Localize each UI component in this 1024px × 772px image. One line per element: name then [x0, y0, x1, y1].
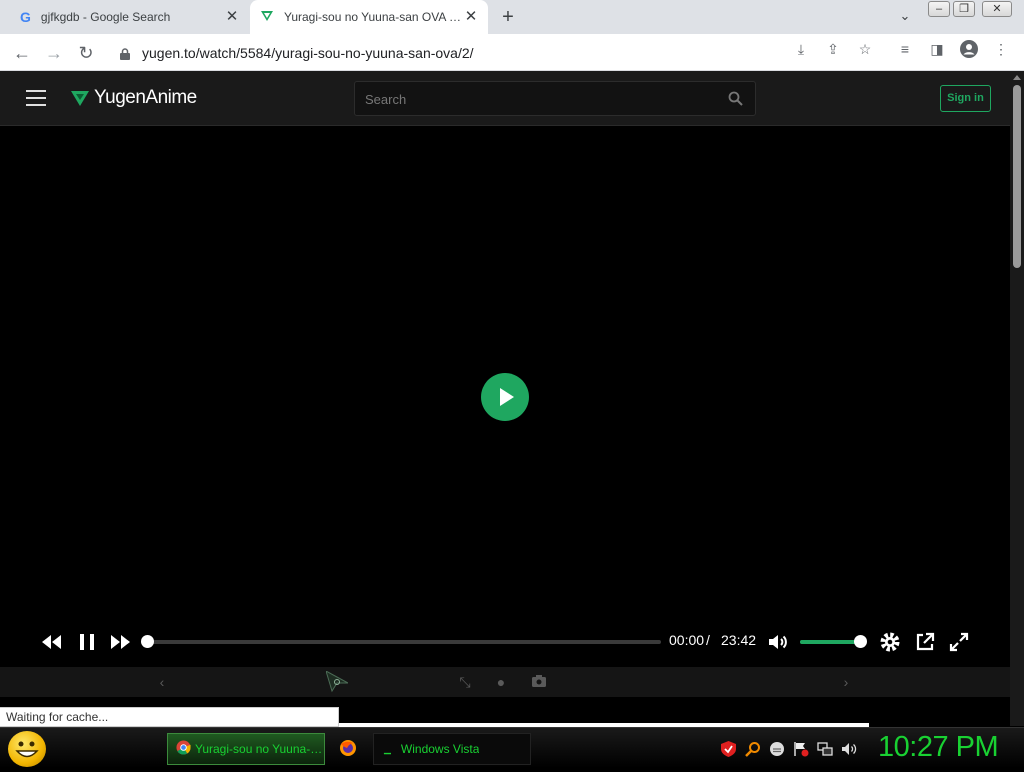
search-tray-icon[interactable]: [745, 741, 761, 757]
tab-search-chevron-icon[interactable]: ⌄: [896, 8, 914, 26]
duration: 23:42: [721, 632, 757, 648]
google-icon: G: [20, 9, 31, 25]
install-icon[interactable]: ⤓: [792, 40, 810, 58]
big-play-button[interactable]: [481, 373, 529, 421]
volume-thumb[interactable]: [854, 635, 867, 648]
firefox-icon[interactable]: [338, 738, 358, 758]
action-center-flag-icon[interactable]: [793, 741, 809, 757]
player-sub-toolbar: ‹ ⤡ ● ›: [0, 667, 1010, 697]
video-player[interactable]: 00:00 / 23:42: [0, 126, 1010, 667]
bookmark-star-icon[interactable]: ☆: [856, 40, 874, 58]
lightbulb-icon[interactable]: ●: [493, 674, 509, 690]
tab-title: Yuragi-sou no Yuuna-san OVA Ep: [284, 10, 462, 24]
tab-yugen[interactable]: Yuragi-sou no Yuuna-san OVA Ep ✕: [250, 0, 488, 34]
close-window-icon[interactable]: ✕: [982, 1, 1012, 17]
media-control-icon[interactable]: ≡: [896, 40, 914, 58]
fast-forward-icon[interactable]: [108, 630, 132, 654]
hamburger-menu-icon[interactable]: [26, 90, 46, 106]
volume-level: [800, 640, 860, 644]
pause-icon[interactable]: [75, 630, 99, 654]
volume-icon[interactable]: [766, 630, 790, 654]
page-scrollbar[interactable]: [1010, 71, 1024, 726]
window-icon: ▁: [384, 743, 391, 754]
seek-bar[interactable]: [141, 635, 661, 648]
tab-strip: G gjfkgdb - Google Search ✕ Yuragi-sou n…: [0, 0, 1024, 34]
profile-avatar-icon[interactable]: [960, 40, 978, 58]
url-text: yugen.to/watch/5584/yuragi-sou-no-yuuna-…: [142, 44, 474, 61]
taskbar-item-label: Windows Vista: [400, 742, 480, 756]
next-episode-chevron-icon[interactable]: ›: [838, 674, 854, 690]
taskbar: Yuragi-sou no Yuuna-san OVA Episode 2 ▁ …: [0, 727, 1024, 768]
speaker-icon[interactable]: [841, 741, 857, 757]
yugen-logo-icon: [71, 91, 89, 106]
camera-icon[interactable]: [531, 674, 547, 690]
taskbar-item-label: Yuragi-sou no Yuuna-san OVA Episode 2: [195, 742, 324, 756]
scroll-up-icon[interactable]: [1013, 75, 1021, 80]
back-icon[interactable]: ←: [11, 42, 33, 64]
search-icon[interactable]: [728, 91, 743, 111]
taskbar-item-chrome[interactable]: Yuragi-sou no Yuuna-san OVA Episode 2: [167, 733, 325, 765]
sign-in-button[interactable]: Sign in: [940, 85, 991, 112]
forward-icon[interactable]: →: [43, 42, 65, 64]
share-icon[interactable]: ⇪: [824, 40, 842, 58]
restore-icon[interactable]: ❐: [953, 1, 975, 17]
fullscreen-icon[interactable]: [947, 630, 971, 654]
site-search: [354, 81, 756, 116]
kebab-menu-icon[interactable]: ⋮: [992, 40, 1010, 58]
popout-icon[interactable]: [913, 630, 937, 654]
new-tab-icon[interactable]: +: [498, 7, 518, 27]
side-panel-icon[interactable]: ◨: [928, 40, 946, 58]
rewind-icon[interactable]: [40, 630, 64, 654]
tab-google-search[interactable]: G gjfkgdb - Google Search ✕: [8, 0, 248, 34]
browser-toolbar: ← → ↻ yugen.to/watch/5584/yuragi-sou-no-…: [0, 34, 1024, 71]
network-icon[interactable]: [817, 741, 833, 757]
site-logo[interactable]: YugenAnime: [70, 86, 197, 110]
search-input[interactable]: [365, 89, 705, 109]
taskbar-clock[interactable]: 10:27 PM: [878, 731, 999, 764]
status-bubble: Waiting for cache...: [0, 707, 339, 727]
resize-icon[interactable]: ⤡: [457, 674, 473, 690]
close-tab-icon[interactable]: ✕: [224, 9, 240, 25]
time-separator: /: [706, 632, 710, 648]
shield-icon[interactable]: [720, 741, 736, 757]
yugen-icon: [260, 9, 274, 26]
tab-title: gjfkgdb - Google Search: [40, 10, 171, 24]
seek-thumb[interactable]: [141, 635, 154, 648]
web-page: YugenAnime Sign in 00:00 / 23:42: [0, 71, 1010, 726]
logo-text: YugenAnime: [94, 87, 197, 108]
taskbar-item-windows-vista[interactable]: ▁ Windows Vista: [373, 733, 531, 765]
minimize-icon[interactable]: –: [928, 1, 950, 17]
current-time: 00:00: [669, 632, 705, 648]
lock-icon: [120, 47, 130, 60]
close-tab-icon[interactable]: ✕: [463, 9, 479, 25]
cursor-pointer-icon: [325, 669, 349, 693]
prev-episode-chevron-icon[interactable]: ‹: [154, 674, 170, 690]
messenger-icon[interactable]: [769, 741, 785, 757]
reload-icon[interactable]: ↻: [75, 42, 97, 64]
start-button-smiley-icon[interactable]: [8, 731, 46, 767]
settings-gear-icon[interactable]: [878, 630, 902, 654]
volume-slider[interactable]: [800, 635, 867, 648]
scrollbar-thumb[interactable]: [1013, 85, 1021, 268]
chrome-icon: [176, 740, 191, 758]
address-bar[interactable]: yugen.to/watch/5584/yuragi-sou-no-yuuna-…: [110, 38, 885, 67]
site-header: YugenAnime Sign in: [0, 71, 1010, 126]
